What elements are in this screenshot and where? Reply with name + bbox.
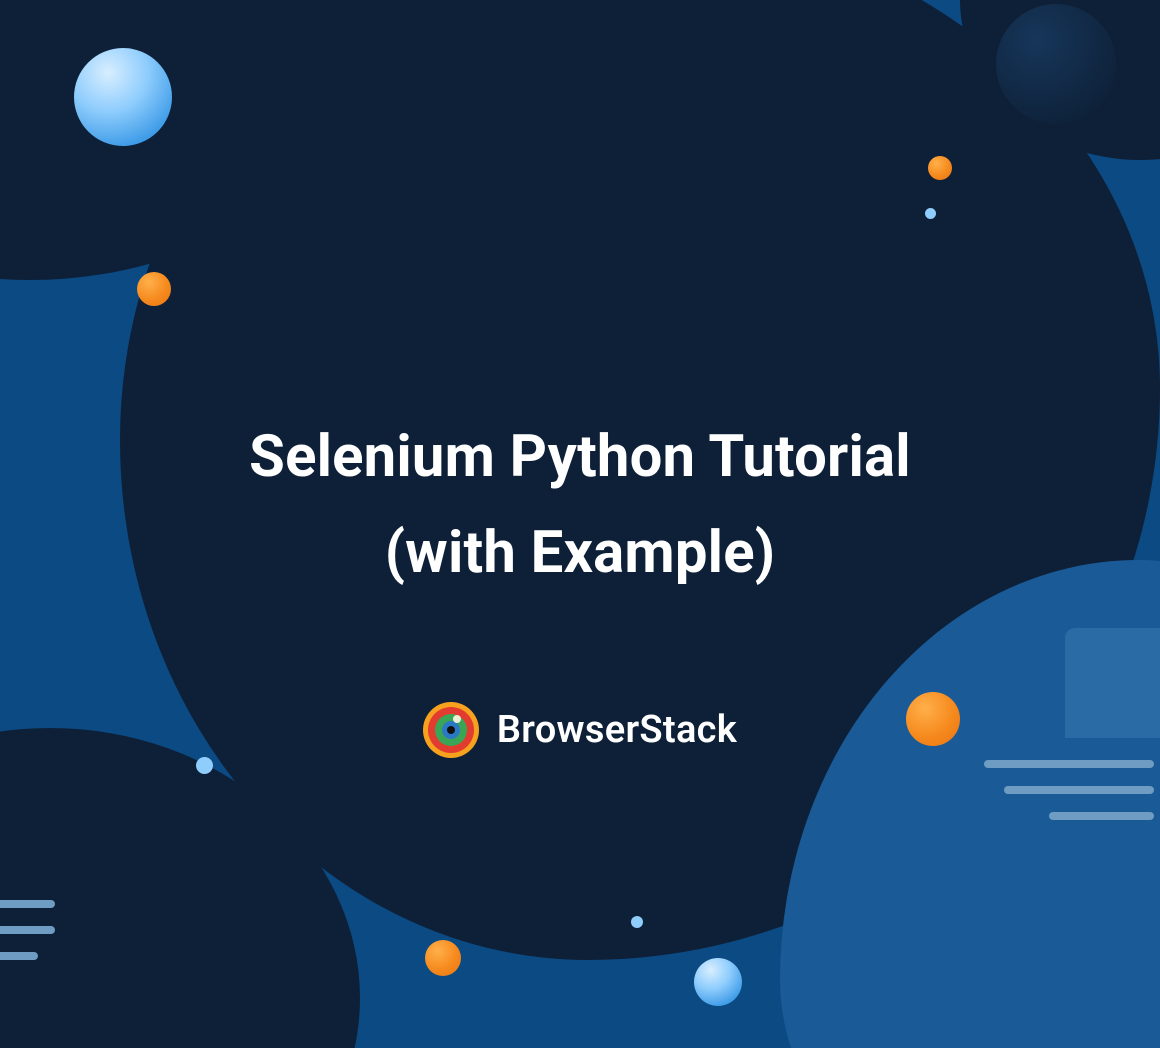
decor-circle-icon	[74, 48, 172, 146]
decor-lines-icon	[984, 760, 1154, 820]
page-title: Selenium Python Tutorial (with Example)	[0, 410, 1160, 601]
brand-name: BrowserStack	[497, 708, 737, 752]
hero-banner: Selenium Python Tutorial (with Example) …	[0, 0, 1160, 1048]
title-line-2: (with Example)	[385, 519, 776, 587]
decor-circle-icon	[694, 958, 742, 1006]
browserstack-logo-icon	[423, 702, 479, 758]
decor-circle-icon	[196, 757, 213, 774]
decor-circle-icon	[996, 4, 1116, 124]
decor-circle-icon	[925, 208, 936, 219]
title-line-1: Selenium Python Tutorial	[249, 423, 911, 491]
decor-circle-icon	[425, 940, 461, 976]
decor-circle-icon	[631, 916, 643, 928]
decor-circle-icon	[928, 156, 952, 180]
brand-row: BrowserStack	[0, 702, 1160, 758]
decor-circle-icon	[137, 272, 171, 306]
decor-lines-icon	[0, 900, 60, 960]
